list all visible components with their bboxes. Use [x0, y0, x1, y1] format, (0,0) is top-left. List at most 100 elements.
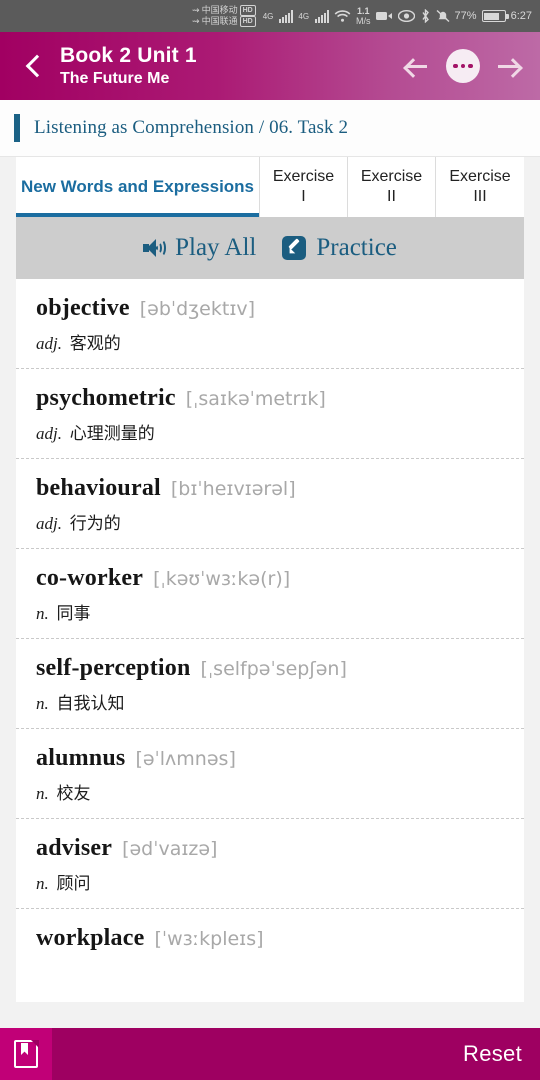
- word-pronunciation: [ˌsaɪkəˈmetrɪk]: [185, 388, 326, 410]
- tab-exercise-3-label: Exercise III: [449, 167, 510, 207]
- tab-new-words-label: New Words and Expressions: [20, 177, 255, 196]
- chevron-left-icon[interactable]: [18, 51, 48, 81]
- word-headline: psychometric [ˌsaɪkəˈmetrɪk]: [36, 385, 504, 412]
- word-headline: workplace [ˈwɜːkpleɪs]: [36, 925, 504, 952]
- tab-exercise-1-top: Exercise: [272, 168, 335, 185]
- play-all-button[interactable]: Play All: [143, 234, 256, 262]
- arrow-right-icon[interactable]: [496, 53, 522, 79]
- breadcrumb-label: Listening as Comprehension / 06. Task 2: [34, 117, 349, 138]
- document-bookmark-icon: [14, 1039, 39, 1068]
- audio-toolbar: Play All Practice: [16, 217, 524, 279]
- word-term: alumnus: [36, 745, 126, 771]
- list-item[interactable]: self-perception [ˌselfpəˈsepʃən] n. 自我认知: [16, 639, 524, 729]
- word-definition: adj. 客观的: [36, 329, 504, 354]
- bell-muted-icon: [436, 9, 450, 23]
- battery-icon: [481, 10, 509, 22]
- more-dots-icon[interactable]: [446, 49, 480, 83]
- carrier-labels: ⇝ 中国移动 HD ⇝ 中国联通 HD: [192, 5, 256, 27]
- word-meaning: 客观的: [69, 334, 121, 353]
- word-term: self-perception: [36, 655, 191, 681]
- carrier-row-1: ⇝ 中国移动 HD: [192, 5, 256, 16]
- tab-new-words-and-expressions[interactable]: New Words and Expressions: [16, 157, 260, 217]
- bluetooth-icon: [420, 9, 431, 23]
- word-term: co-worker: [36, 565, 144, 591]
- word-meaning: 心理测量的: [69, 424, 155, 443]
- word-headline: adviser [ədˈvaɪzə]: [36, 835, 504, 862]
- word-definition: n. 顾问: [36, 869, 504, 894]
- tab-exercise-3[interactable]: Exercise III: [436, 157, 524, 217]
- word-part-of-speech: n.: [36, 694, 49, 713]
- header-title-block: Book 2 Unit 1 The Future Me: [60, 43, 404, 89]
- speaker-icon: [143, 239, 167, 257]
- wifi-icon: [334, 9, 351, 23]
- word-headline: self-perception [ˌselfpəˈsepʃən]: [36, 655, 504, 682]
- word-meaning: 同事: [56, 604, 91, 623]
- play-all-label: Play All: [175, 234, 257, 261]
- clock-label: 6:27: [510, 10, 532, 22]
- signal-bars-icon-2: [315, 9, 330, 23]
- word-definition: n. 自我认知: [36, 689, 504, 714]
- app-header: Book 2 Unit 1 The Future Me: [0, 32, 540, 100]
- word-headline: co-worker [ˌkəʊˈwɜːkə(r)]: [36, 565, 504, 592]
- word-term: behavioural: [36, 475, 161, 501]
- vocabulary-list[interactable]: objective [əbˈdʒektɪv] adj. 客观的 psychome…: [16, 279, 524, 1002]
- eye-icon: [397, 10, 415, 22]
- video-camera-icon: [375, 10, 393, 22]
- word-part-of-speech: adj.: [36, 514, 62, 533]
- list-item[interactable]: behavioural [bɪˈheɪvɪərəl] adj. 行为的: [16, 459, 524, 549]
- list-item[interactable]: psychometric [ˌsaɪkəˈmetrɪk] adj. 心理测量的: [16, 369, 524, 459]
- signal-bars-icon-1: [279, 9, 294, 23]
- network-type-1: 4G: [262, 11, 274, 21]
- carrier-row-2: ⇝ 中国联通 HD: [192, 16, 256, 27]
- hd-badge-1: HD: [239, 5, 256, 16]
- tab-exercise-2-label: Exercise II: [361, 167, 422, 207]
- word-part-of-speech: adj.: [36, 424, 62, 443]
- word-definition: n. 同事: [36, 599, 504, 624]
- tab-exercise-1-label: Exercise I: [273, 167, 334, 207]
- word-term: workplace: [36, 925, 145, 951]
- bottom-bar: Reset: [0, 1028, 540, 1080]
- word-pronunciation: [ˌselfpəˈsepʃən]: [200, 658, 347, 680]
- pencil-icon: [282, 236, 307, 260]
- network-speed: 1.1 M/s: [356, 6, 371, 26]
- page-title: Book 2 Unit 1: [60, 44, 197, 67]
- word-part-of-speech: n.: [36, 784, 49, 803]
- breadcrumb: Listening as Comprehension / 06. Task 2: [0, 100, 540, 157]
- word-pronunciation: [bɪˈheɪvɪərəl]: [170, 478, 296, 500]
- word-meaning: 顾问: [56, 874, 91, 893]
- list-item[interactable]: alumnus [əˈlʌmnəs] n. 校友: [16, 729, 524, 819]
- word-meaning: 自我认知: [56, 694, 125, 713]
- word-headline: alumnus [əˈlʌmnəs]: [36, 745, 504, 772]
- header-actions: [404, 49, 522, 83]
- hd-badge-2: HD: [239, 16, 256, 27]
- network-type-2: 4G: [298, 11, 310, 21]
- network-speed-value: 1.1: [357, 6, 370, 16]
- tab-exercise-1[interactable]: Exercise I: [260, 157, 348, 217]
- word-headline: objective [əbˈdʒektɪv]: [36, 295, 504, 322]
- word-definition: adj. 行为的: [36, 509, 504, 534]
- list-item[interactable]: objective [əbˈdʒektɪv] adj. 客观的: [16, 279, 524, 369]
- word-definition: n. 校友: [36, 779, 504, 804]
- list-item[interactable]: co-worker [ˌkəʊˈwɜːkə(r)] n. 同事: [16, 549, 524, 639]
- word-term: objective: [36, 295, 130, 321]
- list-item[interactable]: workplace [ˈwɜːkpleɪs]: [16, 909, 524, 966]
- network-speed-unit: M/s: [356, 16, 371, 26]
- tab-exercise-2-bottom: II: [387, 188, 396, 205]
- word-pronunciation: [əbˈdʒektɪv]: [139, 298, 256, 320]
- practice-button[interactable]: Practice: [282, 234, 397, 262]
- breadcrumb-accent-bar: [14, 114, 20, 142]
- word-headline: behavioural [bɪˈheɪvɪərəl]: [36, 475, 504, 502]
- signal-arrows-icon-2: ⇝: [192, 16, 200, 26]
- list-item[interactable]: adviser [ədˈvaɪzə] n. 顾问: [16, 819, 524, 909]
- status-bar: ⇝ 中国移动 HD ⇝ 中国联通 HD 4G 4G 1.1 M/s 77% 6:…: [0, 0, 540, 32]
- tab-exercise-3-bottom: III: [473, 188, 487, 205]
- tab-bar: New Words and Expressions Exercise I Exe…: [0, 157, 540, 217]
- arrow-left-icon[interactable]: [404, 53, 430, 79]
- word-term: psychometric: [36, 385, 176, 411]
- reset-button[interactable]: Reset: [463, 1041, 522, 1067]
- word-pronunciation: [ˌkəʊˈwɜːkə(r)]: [153, 568, 291, 590]
- tab-exercise-2[interactable]: Exercise II: [348, 157, 436, 217]
- document-button[interactable]: [0, 1028, 52, 1080]
- word-part-of-speech: n.: [36, 604, 49, 623]
- word-pronunciation: [ˈwɜːkpleɪs]: [154, 928, 264, 950]
